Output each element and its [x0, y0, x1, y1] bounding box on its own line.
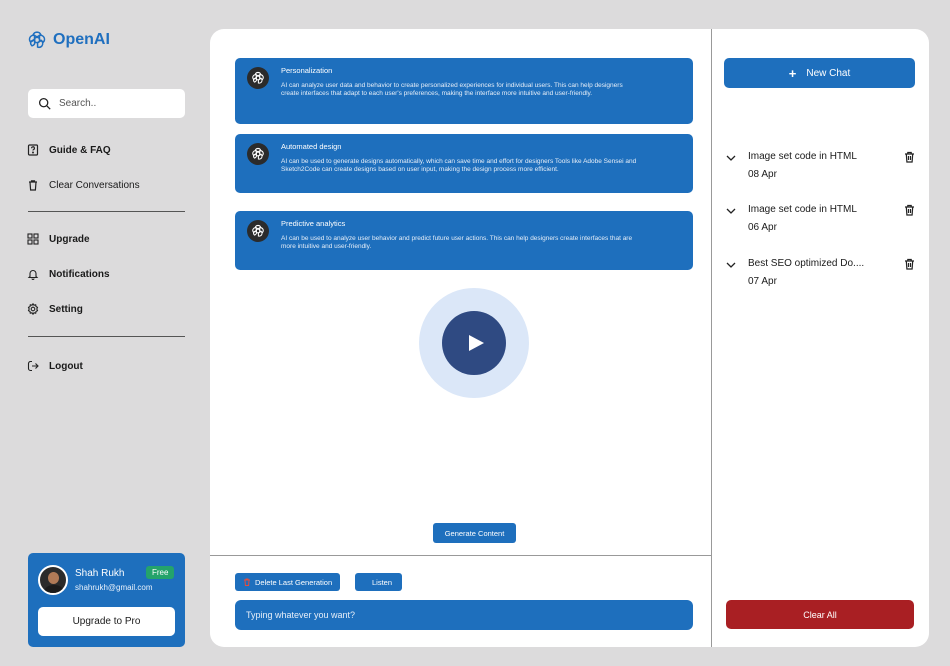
button-label: New Chat [806, 67, 851, 79]
response-card: Predictive analytics AI can be used to a… [235, 211, 693, 270]
trash-icon [244, 578, 250, 586]
chevron-down-icon[interactable] [726, 153, 736, 163]
logout-icon [27, 360, 39, 372]
chatgpt-icon [247, 143, 269, 165]
card-title: Personalization [281, 66, 333, 75]
gear-icon [27, 303, 39, 315]
sidebar-item-notifications[interactable]: Notifications [27, 268, 110, 280]
upgrade-to-pro-button[interactable]: Upgrade to Pro [38, 607, 175, 636]
faq-icon [27, 144, 39, 156]
sidebar-item-setting[interactable]: Setting [27, 303, 83, 315]
trash-icon[interactable] [904, 258, 915, 270]
card-body: AI can be used to analyze user behavior … [281, 235, 633, 250]
card-title: Predictive analytics [281, 219, 346, 228]
input-divider [210, 555, 711, 556]
history-item[interactable]: Image set code in HTML 06 Apr [724, 204, 919, 240]
delete-last-generation-button[interactable]: Delete Last Generation [235, 573, 341, 591]
grid-icon [27, 233, 39, 245]
sidebar-item-upgrade[interactable]: Upgrade [27, 233, 90, 245]
play-button-halo [419, 288, 529, 398]
chevron-down-icon[interactable] [726, 206, 736, 216]
openai-logo-icon [28, 31, 46, 49]
trash-icon [29, 180, 37, 191]
search-placeholder: Search.. [59, 98, 97, 109]
main-panel: Personalization AI can analyze user data… [210, 29, 929, 647]
history-item[interactable]: Image set code in HTML 08 Apr [724, 151, 919, 187]
search-icon [38, 97, 51, 110]
sidebar-item-label: Logout [49, 360, 83, 372]
clear-all-button[interactable]: Clear All [726, 600, 914, 629]
history-title: Image set code in HTML [748, 204, 857, 215]
play-icon [468, 335, 484, 351]
history-date: 06 Apr [748, 222, 777, 233]
new-chat-button[interactable]: + New Chat [724, 58, 915, 88]
button-label: Listen [372, 577, 393, 587]
chat-input[interactable]: Typing whatever you want? [235, 600, 693, 630]
generate-content-button[interactable]: Generate Content [433, 523, 516, 543]
sidebar-item-logout[interactable]: Logout [27, 360, 83, 372]
listen-button[interactable]: Listen [355, 573, 403, 591]
sidebar-divider [28, 211, 185, 212]
profile-email: shahrukh@gmail.com [75, 583, 153, 592]
play-button[interactable] [442, 311, 506, 375]
profile-card: Shah Rukh shahrukh@gmail.com Free Upgrad… [28, 553, 185, 647]
brand-name: OpenAI [53, 31, 110, 48]
sidebar-item-label: Notifications [49, 268, 110, 280]
history-date: 07 Apr [748, 276, 777, 287]
sidebar: OpenAI Search.. Guide & FAQ Clear Conver… [0, 0, 200, 666]
sidebar-item-label: Upgrade [49, 233, 90, 245]
chatgpt-icon [247, 220, 269, 242]
sidebar-item-label: Guide & FAQ [49, 144, 111, 156]
column-divider [711, 29, 712, 647]
history-title: Image set code in HTML [748, 151, 857, 162]
bell-icon [27, 270, 39, 280]
search-input[interactable]: Search.. [28, 89, 185, 118]
response-card: Personalization AI can analyze user data… [235, 58, 693, 124]
chevron-down-icon[interactable] [726, 260, 736, 270]
sidebar-divider [28, 336, 185, 337]
history-date: 08 Apr [748, 169, 777, 180]
sidebar-item-label: Setting [49, 303, 83, 315]
history-item[interactable]: Best SEO optimized Do.... 07 Apr [724, 258, 919, 294]
logo[interactable]: OpenAI [27, 30, 110, 50]
input-placeholder: Typing whatever you want? [246, 610, 356, 620]
card-title: Automated design [281, 142, 342, 151]
profile-name: Shah Rukh [75, 568, 125, 579]
card-body: AI can analyze user data and behavior to… [281, 82, 623, 97]
plus-icon: + [788, 65, 797, 81]
plan-badge: Free [146, 566, 175, 579]
chatgpt-icon [247, 67, 269, 89]
sidebar-item-clear-conversations[interactable]: Clear Conversations [27, 179, 140, 191]
sidebar-item-guide-faq[interactable]: Guide & FAQ [27, 144, 111, 156]
sidebar-item-label: Clear Conversations [49, 179, 140, 191]
response-card: Automated design AI can be used to gener… [235, 134, 693, 193]
trash-icon[interactable] [904, 151, 915, 163]
card-body: AI can be used to generate designs autom… [281, 158, 637, 173]
button-label: Delete Last Generation [255, 577, 333, 587]
avatar[interactable] [38, 565, 68, 595]
history-title: Best SEO optimized Do.... [748, 258, 865, 269]
trash-icon[interactable] [904, 204, 915, 216]
